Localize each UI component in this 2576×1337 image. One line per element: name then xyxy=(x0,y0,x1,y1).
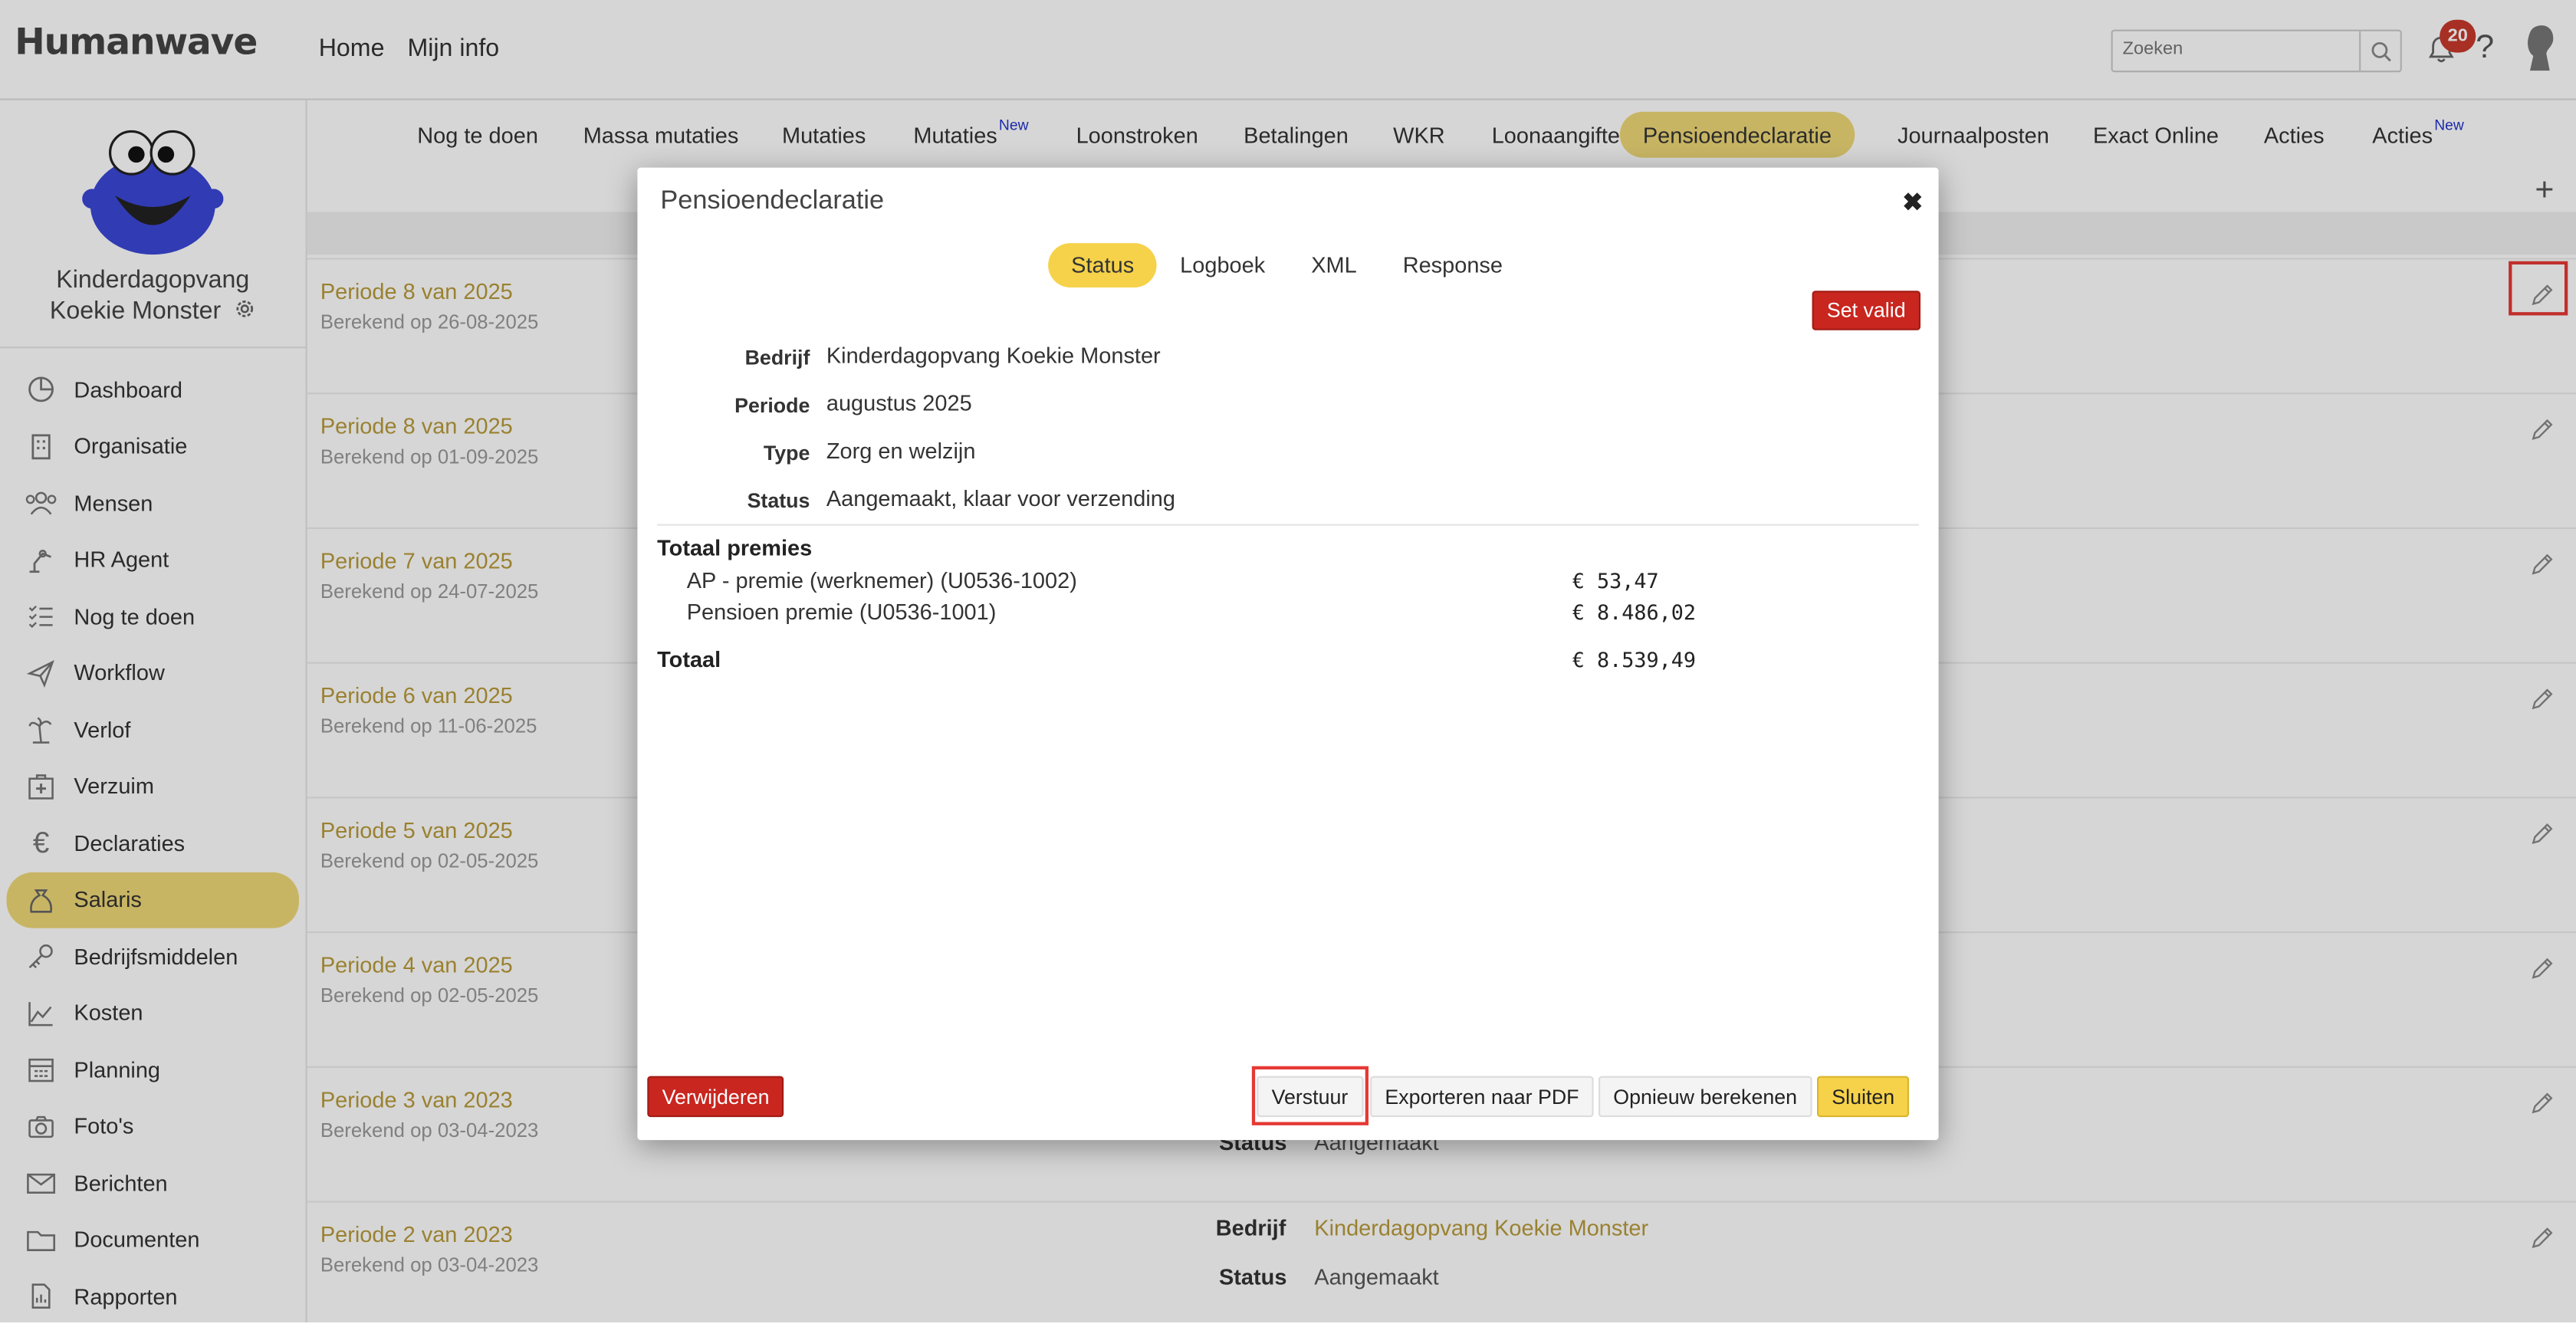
close-button[interactable]: Sluiten xyxy=(1817,1076,1910,1118)
modal-tabs: Status Logboek XML Response xyxy=(1048,243,1526,287)
modal-title: Pensioendeclaratie xyxy=(660,187,885,215)
premie-line-label: Pensioen premie (U0536-1001) xyxy=(686,600,997,625)
premie-line-amount: € 8.486,02 xyxy=(1572,600,1696,625)
field-periode: Periode augustus 2025 xyxy=(637,391,1938,424)
recalculate-button[interactable]: Opnieuw berekenen xyxy=(1598,1076,1812,1118)
tab-response[interactable]: Response xyxy=(1380,243,1526,287)
set-valid-button[interactable]: Set valid xyxy=(1812,291,1921,330)
field-type: Type Zorg en welzijn xyxy=(637,439,1938,471)
field-label: Type xyxy=(763,442,810,465)
tab-logboek[interactable]: Logboek xyxy=(1157,243,1288,287)
premies-heading: Totaal premies xyxy=(657,535,813,560)
total-label: Totaal xyxy=(657,647,721,672)
field-value: Aangemaakt, klaar voor verzending xyxy=(826,486,1175,511)
tab-status[interactable]: Status xyxy=(1048,243,1158,287)
field-label: Bedrijf xyxy=(744,347,810,370)
pension-declaration-modal: Pensioendeclaratie ✖ Status Logboek XML … xyxy=(637,167,1939,1141)
send-highlight xyxy=(1251,1066,1368,1125)
field-value: Zorg en welzijn xyxy=(826,439,976,464)
close-icon[interactable]: ✖ xyxy=(1902,187,1923,216)
export-pdf-button[interactable]: Exporteren naar PDF xyxy=(1370,1076,1594,1118)
field-label: Status xyxy=(747,489,810,513)
field-value: augustus 2025 xyxy=(826,390,972,416)
premie-line-amount: € 53,47 xyxy=(1572,568,1659,593)
premie-line-label: AP - premie (werknemer) (U0536-1002) xyxy=(686,568,1077,593)
field-bedrijf: Bedrijf Kinderdagopvang Koekie Monster xyxy=(637,343,1938,376)
total-amount: € 8.539,49 xyxy=(1572,647,1696,672)
delete-button[interactable]: Verwijderen xyxy=(647,1076,784,1118)
field-value: Kinderdagopvang Koekie Monster xyxy=(826,343,1161,368)
field-label: Periode xyxy=(734,394,810,418)
tab-xml[interactable]: XML xyxy=(1288,243,1379,287)
field-status: Status Aangemaakt, klaar voor verzending xyxy=(637,486,1938,519)
modal-divider xyxy=(657,524,1919,526)
